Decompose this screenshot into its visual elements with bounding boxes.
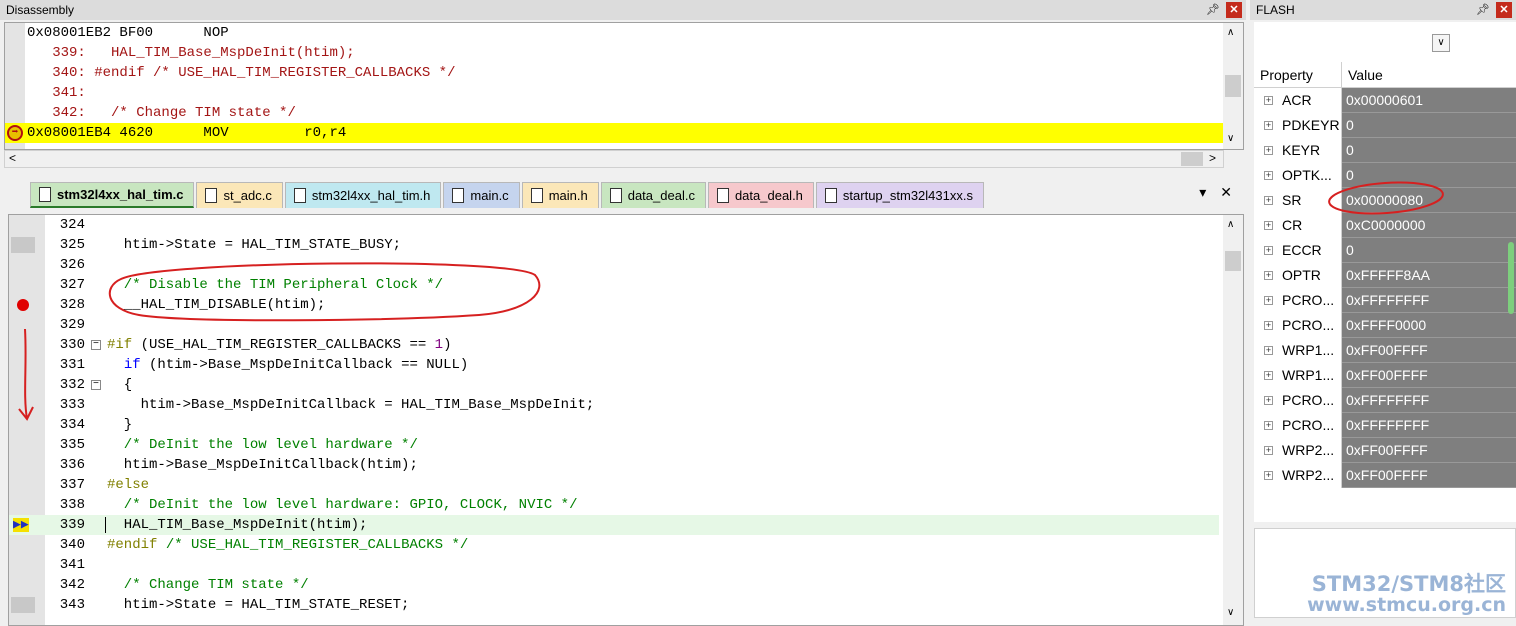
disassembly-horizontal-scrollbar[interactable]: < >: [4, 150, 1224, 168]
editor-panel: stm32l4xx_hal_tim.c st_adc.c stm32l4xx_hal…: [0, 178, 1246, 626]
file-icon: [205, 188, 218, 203]
tab-label: stm32l4xx_hal_tim.c: [57, 186, 184, 202]
disassembly-line[interactable]: 0x08001EB4 4620 MOV r0,r4 ➡: [5, 123, 1243, 143]
current-instruction-icon: ➡: [7, 125, 23, 141]
file-icon: [293, 188, 306, 203]
flash-register-panel: FLASH 📌︎ ✕ ∨ Property Value + ACR 0x000006…: [1250, 0, 1516, 626]
tab-main-h[interactable]: main.h: [521, 182, 599, 208]
disassembly-title: Disassembly: [6, 3, 75, 17]
disassembly-titlebar: Disassembly 📌︎ ✕: [0, 0, 1246, 20]
close-tab-icon[interactable]: ✕: [1220, 184, 1232, 201]
disassembly-line-text: 0x08001EB2 BF00 NOP: [27, 25, 229, 41]
disassembly-line-text: 339: HAL_TIM_Base_MspDeInit(htim);: [27, 45, 355, 61]
file-icon: [609, 188, 622, 203]
tab-data-deal-h[interactable]: data_deal.h: [707, 182, 814, 208]
tab-stm32l4xx-hal-tim-h[interactable]: stm32l4xx_hal_tim.h: [284, 182, 442, 208]
disassembly-line-text: 0x08001EB4 4620 MOV r0,r4: [27, 125, 347, 141]
tab-label: startup_stm32l431xx.s: [842, 187, 973, 203]
disassembly-line[interactable]: 339: HAL_TIM_Base_MspDeInit(htim);: [5, 43, 1243, 63]
disassembly-line[interactable]: 342: /* Change TIM state */: [5, 103, 1243, 123]
disassembly-line[interactable]: 341:: [5, 83, 1243, 103]
tab-label: main.c: [470, 187, 509, 203]
tab-label: st_adc.c: [223, 187, 272, 203]
tab-stm32l4xx-hal-tim-c[interactable]: stm32l4xx_hal_tim.c: [30, 182, 195, 208]
tab-st-adc-c[interactable]: st_adc.c: [196, 182, 283, 208]
watermark-line2: www.stmcu.org.cn: [1307, 594, 1506, 616]
file-icon: [452, 188, 465, 203]
tab-main-c[interactable]: main.c: [443, 182, 520, 208]
flash-toolbar: ∨: [1254, 22, 1516, 62]
tab-data-deal-c[interactable]: data_deal.c: [600, 182, 706, 208]
tab-startup-stm32l431xx-s[interactable]: startup_stm32l431xx.s: [815, 182, 984, 208]
scroll-thumb[interactable]: [1225, 75, 1241, 97]
tab-list-dropdown-icon[interactable]: ▾: [1199, 184, 1206, 201]
file-icon: [824, 188, 837, 203]
disassembly-line[interactable]: 340: #endif /* USE_HAL_TIM_REGISTER_CALL…: [5, 63, 1243, 83]
pin-icon[interactable]: 📌︎: [1476, 2, 1490, 18]
tab-label: main.h: [548, 187, 588, 203]
file-icon: [716, 188, 729, 203]
disassembly-line-text: 341:: [27, 85, 95, 101]
disassembly-line-text: 342: /* Change TIM state */: [27, 105, 296, 121]
tab-label: data_deal.c: [627, 187, 695, 203]
file-icon: [39, 187, 51, 202]
disassembly-vertical-scrollbar[interactable]: ∧ ∨: [1223, 23, 1243, 149]
annotation-overlay: [1328, 181, 1444, 215]
close-icon[interactable]: ✕: [1496, 2, 1512, 18]
tab-label: stm32l4xx_hal_tim.h: [311, 187, 431, 203]
disassembly-panel: Disassembly 📌︎ ✕ 0x08001EB2 BF00 NOP 339…: [0, 0, 1246, 178]
flash-title: FLASH: [1256, 3, 1295, 17]
disassembly-line[interactable]: 0x08001EB2 BF00 NOP: [5, 23, 1243, 43]
annotation-overlay: [18, 262, 541, 421]
chevron-down-icon[interactable]: ∨: [1432, 34, 1450, 52]
property-grid[interactable]: Property Value + ACR 0x00000601 + PDKEYR 0 + KE…: [1254, 62, 1516, 522]
disassembly-view[interactable]: 0x08001EB2 BF00 NOP 339: HAL_TIM_Base_Ms…: [4, 22, 1244, 150]
tab-label: data_deal.h: [734, 187, 803, 203]
file-icon: [530, 188, 543, 203]
file-tabs: stm32l4xx_hal_tim.c st_adc.c stm32l4xx_hal…: [0, 182, 1246, 210]
flash-titlebar: FLASH 📌︎ ✕: [1250, 0, 1516, 20]
close-icon[interactable]: ✕: [1226, 2, 1242, 18]
disassembly-line-text: 340: #endif /* USE_HAL_TIM_REGISTER_CALL…: [27, 65, 456, 81]
code-editor[interactable]: 324 325 htim->State = HAL_TIM_STATE_BUSY;…: [8, 214, 1244, 626]
pin-icon[interactable]: 📌︎: [1206, 2, 1220, 18]
